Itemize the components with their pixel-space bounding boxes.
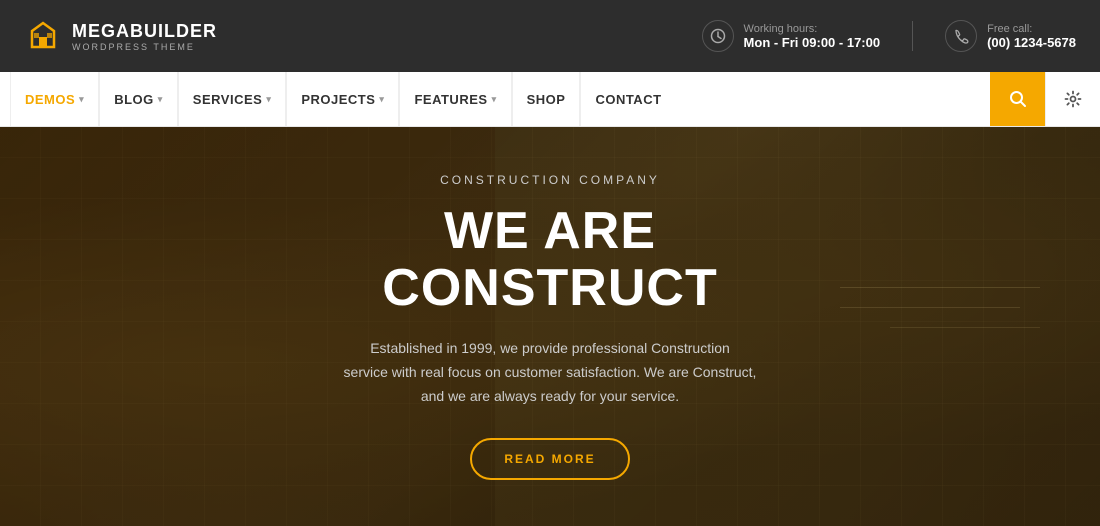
divider: [912, 21, 913, 51]
free-call-text: Free call: (00) 1234-5678: [987, 23, 1076, 50]
chevron-down-icon: ▾: [266, 94, 271, 105]
hero-title: WE ARE CONSTRUCT: [270, 203, 830, 317]
logo-title: MEGABUILDER: [72, 21, 217, 42]
chevron-down-icon: ▾: [79, 94, 84, 105]
free-call-value: (00) 1234-5678: [987, 35, 1076, 50]
nav-link-contact[interactable]: CONTACT: [580, 72, 675, 126]
logo-text-block: MEGABUILDER WORDPRESS THEME: [72, 21, 217, 52]
hero-section: CONSTRUCTION COMPANY WE ARE CONSTRUCT Es…: [0, 127, 1100, 526]
search-icon: [1009, 90, 1027, 108]
top-bar-right: Working hours: Mon - Fri 09:00 - 17:00 F…: [702, 20, 1076, 52]
free-call-info: Free call: (00) 1234-5678: [945, 20, 1076, 52]
working-hours-label: Working hours:: [744, 23, 881, 35]
nav-item-contact[interactable]: CONTACT: [580, 72, 675, 126]
nav-item-projects[interactable]: PROJECTS ▾: [286, 72, 399, 126]
phone-icon: [945, 20, 977, 52]
logo-area: MEGABUILDER WORDPRESS THEME: [24, 17, 702, 55]
settings-button[interactable]: [1045, 72, 1100, 126]
clock-icon: [702, 20, 734, 52]
chevron-down-icon: ▾: [492, 94, 497, 105]
hero-cta-button[interactable]: READ MORE: [470, 438, 629, 480]
nav-link-blog[interactable]: BLOG ▾: [99, 72, 178, 126]
nav-link-features[interactable]: FEATURES ▾: [399, 72, 511, 126]
search-button[interactable]: [990, 72, 1045, 126]
working-hours-text: Working hours: Mon - Fri 09:00 - 17:00: [744, 23, 881, 50]
nav-bar: DEMOS ▾ BLOG ▾ SERVICES ▾ PROJECTS ▾ FEA: [0, 72, 1100, 127]
working-hours-info: Working hours: Mon - Fri 09:00 - 17:00: [702, 20, 881, 52]
nav-link-demos[interactable]: DEMOS ▾: [10, 72, 99, 126]
nav-link-projects[interactable]: PROJECTS ▾: [286, 72, 399, 126]
top-bar: MEGABUILDER WORDPRESS THEME Working hour…: [0, 0, 1100, 72]
working-hours-value: Mon - Fri 09:00 - 17:00: [744, 35, 881, 50]
nav-right-actions: [990, 72, 1100, 126]
nav-item-demos[interactable]: DEMOS ▾: [10, 72, 99, 126]
nav-link-shop[interactable]: SHOP: [512, 72, 581, 126]
gear-icon: [1064, 90, 1082, 108]
hero-description: Established in 1999, we provide professi…: [270, 337, 830, 408]
nav-menu: DEMOS ▾ BLOG ▾ SERVICES ▾ PROJECTS ▾ FEA: [0, 72, 990, 126]
logo-subtitle: WORDPRESS THEME: [72, 42, 217, 52]
hero-content: CONSTRUCTION COMPANY WE ARE CONSTRUCT Es…: [250, 173, 850, 481]
nav-item-blog[interactable]: BLOG ▾: [99, 72, 178, 126]
nav-item-features[interactable]: FEATURES ▾: [399, 72, 511, 126]
nav-link-services[interactable]: SERVICES ▾: [178, 72, 287, 126]
nav-item-shop[interactable]: SHOP: [512, 72, 581, 126]
chevron-down-icon: ▾: [379, 94, 384, 105]
chevron-down-icon: ▾: [158, 94, 163, 105]
free-call-label: Free call:: [987, 23, 1076, 35]
nav-item-services[interactable]: SERVICES ▾: [178, 72, 287, 126]
logo-icon: [24, 17, 62, 55]
hero-subtitle: CONSTRUCTION COMPANY: [270, 173, 830, 187]
